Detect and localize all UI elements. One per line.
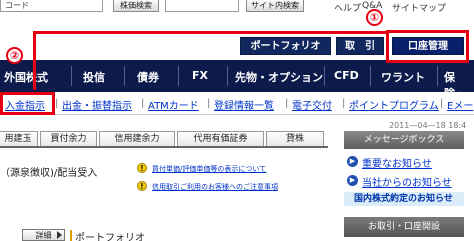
tab-margin-power[interactable]: 信用建余力 [99, 131, 175, 147]
section-marker [70, 230, 72, 241]
stock-search-button[interactable]: 株価検索 [113, 0, 159, 12]
highlight-deposit-link [0, 92, 55, 115]
stock-code-input[interactable]: コード [0, 0, 103, 12]
sitemap-link[interactable]: サイトマップ [392, 1, 446, 14]
arrow-right-icon: ▶ [347, 175, 358, 186]
highlight-account-tab [386, 30, 469, 63]
tab-buying-power[interactable]: 買付余力 [40, 131, 97, 147]
site-search-input[interactable] [165, 0, 239, 12]
nav-divider [71, 66, 72, 86]
tab-trade[interactable]: 取 引 [336, 37, 384, 55]
warning-icon: ! [137, 163, 147, 173]
notice-link-valuation[interactable]: 買付単価/評価単価等の表示について [152, 164, 266, 174]
account-opening-header: お取引・口座開設 [344, 217, 464, 237]
nav-divider [370, 66, 371, 86]
tab-substitute-securities[interactable]: 代用有価証券 [177, 131, 264, 147]
nav-divider [437, 66, 438, 86]
tab-portfolio[interactable]: ポートフォリオ [240, 37, 331, 55]
nav-divider [227, 66, 228, 86]
portfolio-heading: ポートフォリオ [75, 233, 145, 241]
current-date: 2011―04―18 18:4 [389, 121, 467, 130]
subnav-point-program[interactable]: ポイントプログラム [349, 97, 439, 112]
nav-investment-trust[interactable]: 投信 [83, 69, 105, 85]
nav-fx[interactable]: FX [192, 69, 208, 82]
nav-warrant[interactable]: ワラント [381, 69, 425, 85]
important-notice-link[interactable]: 重要なお知らせ [362, 155, 432, 170]
nav-foreign-stocks[interactable]: 外国株式 [4, 69, 48, 85]
subnav-withdrawal-transfer[interactable]: 出金・振替指示 [62, 97, 132, 112]
warning-icon: ! [137, 181, 147, 191]
subnav-divider: | [285, 98, 289, 109]
notice-link-margin[interactable]: 信用取引ご利用のお客様へのご注意事項 [152, 182, 278, 192]
tab-stock-lending[interactable]: 貸株 [266, 131, 324, 147]
nav-divider [178, 66, 179, 86]
subnav-divider: | [207, 98, 211, 109]
company-notice-link[interactable]: 当社からのお知らせ [362, 174, 452, 189]
subnav-divider: | [141, 98, 145, 109]
subnav-divider: | [440, 98, 444, 109]
tab-underline [0, 146, 328, 148]
step-2-marker: ② [6, 47, 23, 64]
subnav-email[interactable]: Eメー [447, 97, 473, 112]
subnav-divider: | [55, 98, 59, 109]
subnav-atm-card[interactable]: ATMカード [148, 97, 199, 112]
dividend-text: （源泉徴収)/配当受入 [0, 168, 98, 179]
nav-cfd[interactable]: CFD [334, 69, 359, 82]
execution-notice-bar[interactable]: 国内株式約定のお知らせ [344, 192, 464, 206]
subnav-electronic-delivery[interactable]: 電子交付 [292, 97, 332, 112]
nav-divider [124, 66, 125, 86]
annotation-connector [33, 31, 36, 90]
message-box-header: メッセージボックス [344, 131, 464, 149]
annotation-connector [33, 31, 386, 34]
tab-margin-positions[interactable]: 用建玉 [0, 131, 38, 147]
subnav-registration-info[interactable]: 登録情報一覧 [214, 97, 274, 112]
nav-divider [324, 66, 325, 86]
nav-bonds[interactable]: 債券 [137, 69, 159, 85]
nav-futures-options[interactable]: 先物・オプション [235, 69, 323, 85]
help-link[interactable]: ヘルプ [334, 1, 361, 14]
step-1-marker: ① [366, 9, 383, 26]
site-search-button[interactable]: サイト内検索 [246, 0, 304, 12]
arrow-right-icon [57, 231, 62, 239]
arrow-right-icon: ▶ [347, 156, 358, 167]
subnav-divider: | [342, 98, 346, 109]
